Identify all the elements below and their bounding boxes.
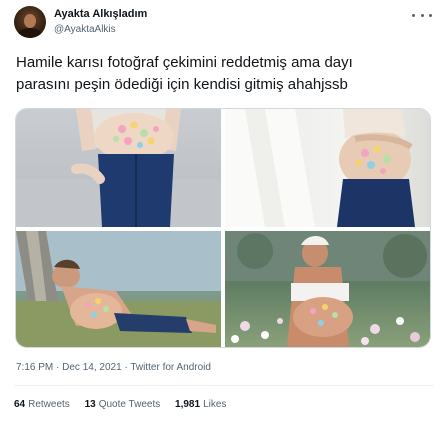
author-name[interactable]: Ayakta Alkışladım [54, 8, 147, 20]
divider [14, 385, 434, 386]
retweets-label: Retweets [28, 399, 70, 410]
tweet-time[interactable]: 7:16 PM [16, 362, 53, 373]
retweets-stat[interactable]: 64 Retweets [14, 399, 70, 410]
tweet-header: Ayakta Alkışladım @AyaktaAlkis [14, 6, 434, 42]
likes-count: 1,981 [175, 399, 201, 410]
photo-1-image [16, 109, 221, 227]
meta-separator: · [53, 362, 63, 373]
more-options-icon[interactable] [412, 8, 432, 22]
photo-1[interactable] [16, 109, 221, 227]
tweet-meta: 7:16 PM · Dec 14, 2021 · Twitter for And… [16, 362, 211, 373]
photo-3[interactable] [16, 231, 221, 347]
retweets-count: 64 [14, 399, 26, 410]
photo-2[interactable] [225, 109, 430, 227]
photo-3-image [16, 231, 221, 347]
tweet-text-line: parasını peşin ödediği için kendisi gitm… [16, 76, 348, 93]
author-handle[interactable]: @AyaktaAlkis [54, 24, 116, 35]
photo-4[interactable] [225, 231, 430, 347]
tweet-text-line: Hamile karısı fotoğraf çekimini reddetmi… [16, 54, 353, 71]
tweet-text: Hamile karısı fotoğraf çekimini reddetmi… [16, 52, 426, 96]
dot-icon [429, 13, 432, 17]
quote-tweets-stat[interactable]: 13 Quote Tweets [85, 399, 161, 410]
avatar-shirt [18, 28, 42, 38]
likes-label: Likes [203, 399, 227, 410]
likes-stat[interactable]: 1,981 Likes [175, 399, 226, 410]
dot-icon [420, 13, 424, 17]
photo-4-image [225, 231, 430, 347]
tweet-stats: 64 Retweets 13 Quote Tweets 1,981 Likes [14, 399, 238, 410]
tweet-date[interactable]: Dec 14, 2021 [62, 362, 122, 373]
quote-tweets-count: 13 [84, 399, 96, 410]
photo-2-image [225, 109, 415, 227]
quote-tweets-label: Quote Tweets [98, 399, 161, 410]
tweet-source[interactable]: Twitter for Android [130, 362, 211, 373]
avatar-face [24, 14, 36, 28]
dot-icon [412, 13, 415, 17]
media-grid [15, 108, 431, 348]
avatar[interactable] [14, 6, 46, 38]
